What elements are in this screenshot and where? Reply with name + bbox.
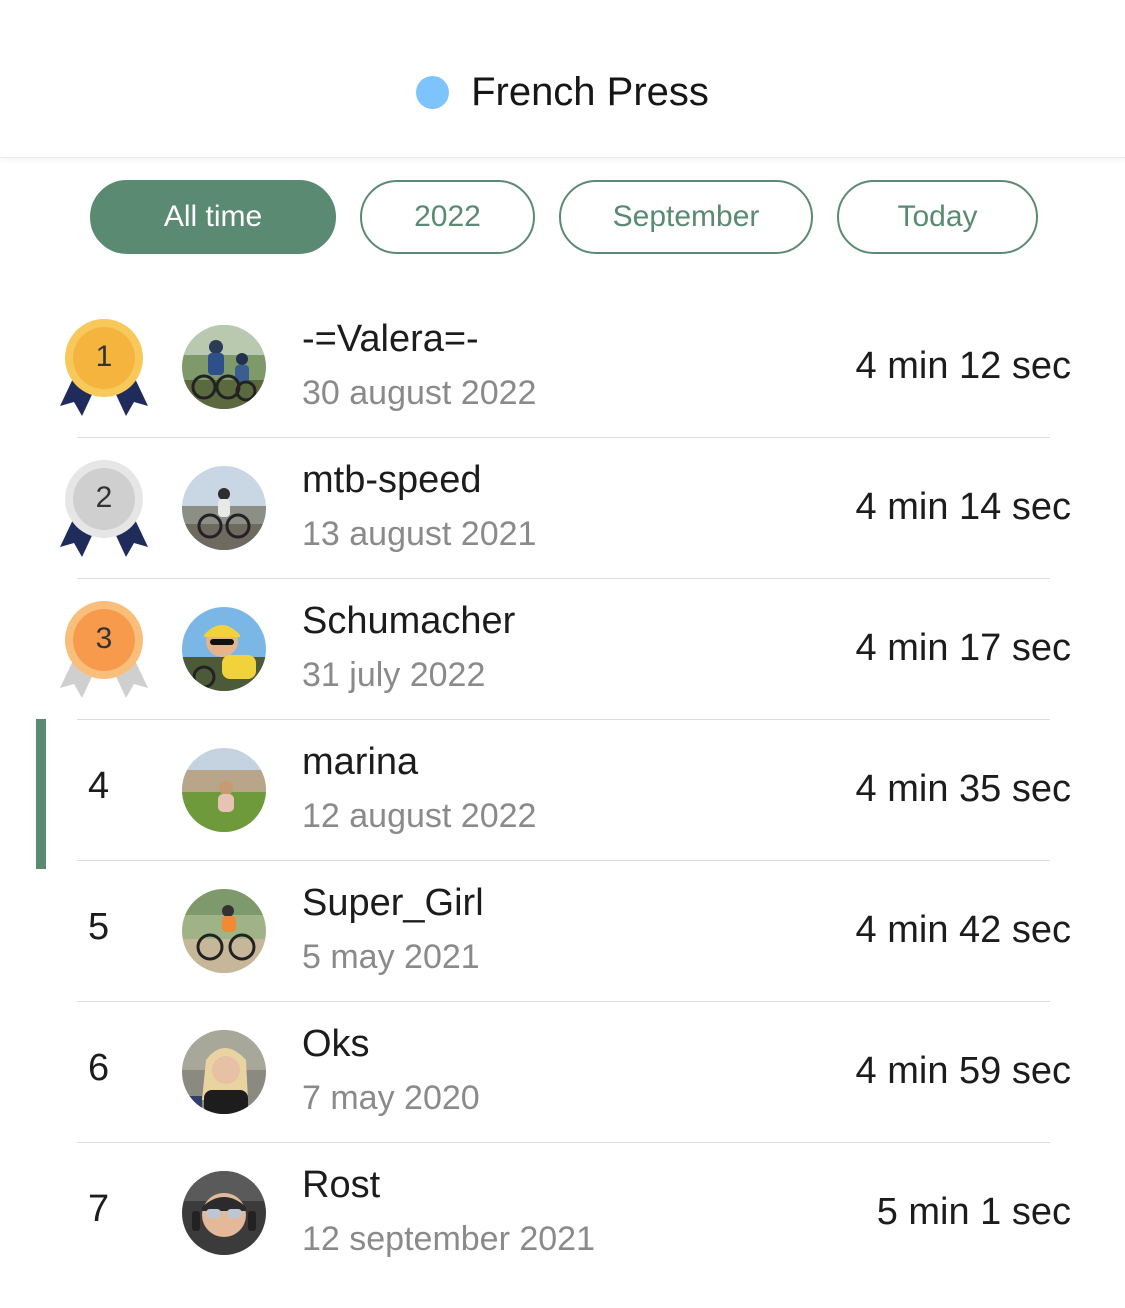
leaderboard-row[interactable]: 7 Rost 12 september 2021 5 min 1 sec <box>0 1142 1125 1283</box>
filter-all-time[interactable]: All time <box>90 180 336 254</box>
record-time: 4 min 35 sec <box>855 768 1071 810</box>
filter-bar: All time 2022 September Today <box>0 180 1125 254</box>
avatar <box>182 1171 266 1255</box>
player-name[interactable]: Schumacher <box>302 600 515 643</box>
leaderboard-row[interactable]: 1 -=Valera=- 30 august 2022 4 min 12 sec <box>0 296 1125 437</box>
avatar <box>182 889 266 973</box>
color-dot-icon <box>416 75 450 109</box>
leaderboard-row[interactable]: 6 Oks 7 may 2020 4 min 59 sec <box>0 1001 1125 1142</box>
rank-label: 7 <box>88 1188 110 1230</box>
player-name[interactable]: Oks <box>302 1023 370 1066</box>
leaderboard-row[interactable]: 5 Super_Girl 5 may 2021 4 min 42 sec <box>0 860 1125 1001</box>
page-title: French Press <box>471 69 709 114</box>
record-time: 4 min 14 sec <box>855 486 1071 528</box>
avatar <box>182 325 266 409</box>
avatar <box>182 1030 266 1114</box>
player-name[interactable]: mtb-speed <box>302 459 482 502</box>
record-time: 4 min 42 sec <box>855 909 1071 951</box>
avatar <box>182 466 266 550</box>
header: French Press <box>0 0 1125 158</box>
player-name[interactable]: Super_Girl <box>302 882 484 925</box>
rank-label: 6 <box>88 1047 110 1089</box>
avatar <box>182 607 266 691</box>
filter-september[interactable]: September <box>559 180 813 254</box>
rank-label: 1 <box>95 340 113 373</box>
filter-2022[interactable]: 2022 <box>360 180 535 254</box>
filter-today[interactable]: Today <box>837 180 1038 254</box>
gold-medal-icon: 1 <box>56 318 152 418</box>
record-date: 13 august 2021 <box>302 515 537 553</box>
leaderboard-row-current-user[interactable]: 4 marina 12 august 2022 4 min 35 sec <box>0 719 1125 860</box>
avatar <box>182 748 266 832</box>
record-time: 4 min 59 sec <box>855 1050 1071 1092</box>
record-date: 7 may 2020 <box>302 1079 480 1117</box>
rank-label: 4 <box>88 765 110 807</box>
record-time: 4 min 17 sec <box>855 627 1071 669</box>
record-date: 12 september 2021 <box>302 1220 595 1258</box>
record-date: 12 august 2022 <box>302 797 537 835</box>
player-name[interactable]: -=Valera=- <box>302 318 479 361</box>
record-time: 5 min 1 sec <box>876 1191 1071 1233</box>
leaderboard-row[interactable]: 3 Schumacher 31 july 2022 4 min 17 sec <box>0 578 1125 719</box>
record-date: 31 july 2022 <box>302 656 486 694</box>
bronze-medal-icon: 3 <box>56 600 152 700</box>
rank-label: 5 <box>88 906 110 948</box>
leaderboard-row[interactable]: 2 mtb-speed 13 august 2021 4 min 14 sec <box>0 437 1125 578</box>
header-title-wrap: French Press <box>0 64 1125 120</box>
record-date: 30 august 2022 <box>302 374 537 412</box>
rank-label: 3 <box>95 622 113 655</box>
rank-label: 2 <box>95 481 113 514</box>
record-date: 5 may 2021 <box>302 938 480 976</box>
player-name[interactable]: Rost <box>302 1164 380 1207</box>
silver-medal-icon: 2 <box>56 459 152 559</box>
player-name[interactable]: marina <box>302 741 418 784</box>
record-time: 4 min 12 sec <box>855 345 1071 387</box>
